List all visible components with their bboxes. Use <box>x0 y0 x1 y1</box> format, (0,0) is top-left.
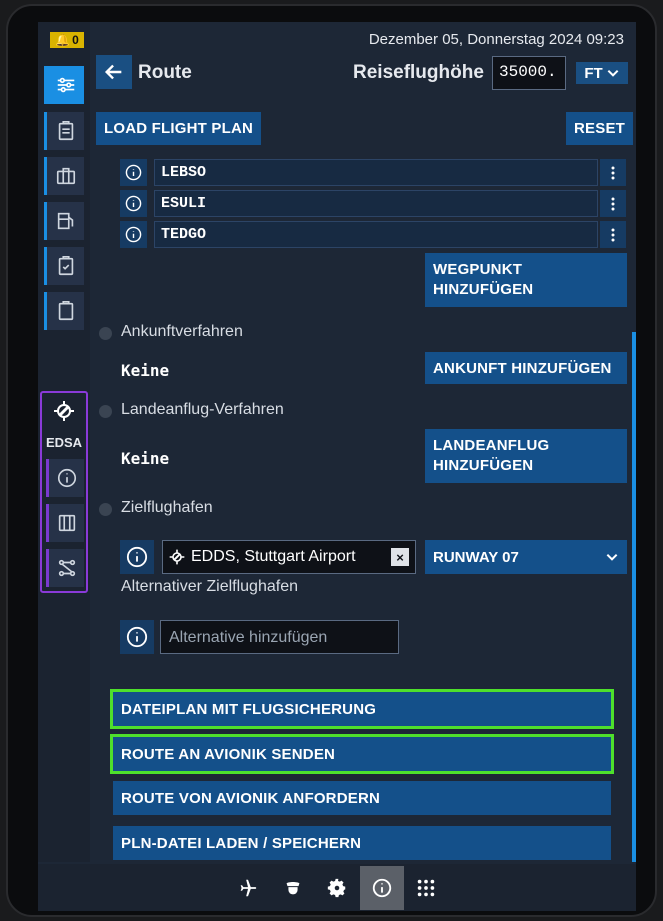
page-title: Route <box>138 62 192 83</box>
waypoint-menu-button[interactable] <box>600 190 626 217</box>
more-vertical-icon <box>611 166 615 179</box>
destination-airport-field[interactable]: EDDS, Stuttgart Airport × <box>162 540 416 574</box>
runway-select[interactable]: RUNWAY 07 <box>425 540 627 574</box>
timeline-dot <box>99 327 112 340</box>
airport-route-button[interactable] <box>46 549 84 587</box>
back-button[interactable] <box>96 55 132 89</box>
route-nodes-icon <box>58 559 75 577</box>
scrollbar[interactable] <box>632 332 636 862</box>
cruise-altitude-input[interactable]: 35000. <box>492 56 566 90</box>
map-icon <box>58 514 75 532</box>
add-approach-button[interactable]: LANDEANFLUG HINZUFÜGEN <box>425 429 627 483</box>
pilot-icon <box>286 882 300 895</box>
waypoint-info-button[interactable] <box>120 159 147 186</box>
info-icon <box>126 546 148 568</box>
waypoint-menu-button[interactable] <box>600 221 626 248</box>
chevron-down-icon <box>607 69 619 77</box>
clipboard-list-icon <box>58 121 73 141</box>
arrow-left-icon <box>104 64 122 80</box>
alternate-airport-input[interactable]: Alternative hinzufügen <box>160 620 399 654</box>
file-flight-plan-button[interactable]: DATEIPLAN MIT FLUGSICHERUNG <box>110 689 614 729</box>
waypoint-info-button[interactable] <box>120 190 147 217</box>
clear-destination-button[interactable]: × <box>391 548 409 566</box>
bottom-bar <box>38 864 636 911</box>
arrival-label: Ankunftverfahren <box>121 323 243 340</box>
timeline-dot <box>99 503 112 516</box>
info-icon <box>372 878 392 898</box>
altitude-unit-select[interactable]: FT <box>576 62 628 84</box>
route-content: LEBSO ESULI TEDGO WEGPUNKT HINZUFÜGEN An… <box>90 152 636 862</box>
info-tab-button[interactable] <box>360 866 404 910</box>
more-vertical-icon <box>611 228 615 241</box>
info-icon <box>57 468 76 488</box>
settings-tab-button[interactable] <box>317 868 357 908</box>
pilot-tab-button[interactable] <box>273 868 313 908</box>
tablet-frame: 🔔 0 EDSA Dezember 05, Donnerstag 2024 09… <box>6 4 657 917</box>
rail-route-button[interactable] <box>44 66 84 104</box>
destination-info-button[interactable] <box>120 540 154 574</box>
fuel-icon <box>57 212 73 230</box>
destination-label: Zielflughafen <box>121 499 213 516</box>
clipboard-check-icon <box>58 256 73 276</box>
airport-group: EDSA <box>40 391 88 593</box>
apps-tab-button[interactable] <box>406 868 446 908</box>
add-waypoint-button[interactable]: WEGPUNKT HINZUFÜGEN <box>425 253 627 307</box>
airport-info-button[interactable] <box>46 459 84 497</box>
waypoint-menu-button[interactable] <box>600 159 626 186</box>
airport-icon <box>169 549 185 565</box>
chevron-down-icon <box>606 553 618 561</box>
destination-airport-value: EDDS, Stuttgart Airport <box>191 548 356 565</box>
info-icon <box>126 626 148 648</box>
airport-map-button[interactable] <box>46 504 84 542</box>
rail-briefing-button[interactable] <box>44 112 84 150</box>
rail-notes-button[interactable] <box>44 292 84 330</box>
add-arrival-button[interactable]: ANKUNFT HINZUFÜGEN <box>425 352 627 384</box>
notification-count: 0 <box>72 33 79 47</box>
waypoint-field[interactable]: ESULI <box>154 190 598 217</box>
route-sliders-icon <box>57 77 74 93</box>
timeline-dot <box>99 405 112 418</box>
info-icon <box>125 226 142 243</box>
more-vertical-icon <box>611 197 615 210</box>
airport-icon <box>54 401 74 421</box>
rail-payload-button[interactable] <box>44 157 84 195</box>
flight-tab-button[interactable] <box>228 868 268 908</box>
waypoint-field[interactable]: LEBSO <box>154 159 598 186</box>
waypoint-info-button[interactable] <box>120 221 147 248</box>
rail-fuel-button[interactable] <box>44 202 84 240</box>
clipboard-icon <box>58 301 73 321</box>
airport-code: EDSA <box>45 435 83 450</box>
request-route-avionics-button[interactable]: ROUTE VON AVIONIK ANFORDERN <box>113 781 611 815</box>
runway-value: RUNWAY 07 <box>433 548 519 566</box>
grid-icon <box>417 879 435 897</box>
info-icon <box>125 164 142 181</box>
send-route-avionics-button[interactable]: ROUTE AN AVIONIK SENDEN <box>110 734 614 774</box>
arrival-value: Keine <box>121 361 170 380</box>
left-rail: 🔔 0 EDSA <box>38 22 90 862</box>
approach-value: Keine <box>121 449 170 468</box>
close-icon: × <box>396 549 404 565</box>
pln-file-button[interactable]: PLN-DATEI LADEN / SPEICHERN <box>113 826 611 860</box>
info-icon <box>125 195 142 212</box>
airplane-icon <box>240 879 257 897</box>
reset-button[interactable]: RESET <box>566 112 634 145</box>
efb-screen: 🔔 0 EDSA Dezember 05, Donnerstag 2024 09… <box>38 22 636 911</box>
waypoint-field[interactable]: TEDGO <box>154 221 598 248</box>
gear-icon <box>327 878 346 898</box>
notification-badge[interactable]: 🔔 0 <box>50 32 84 48</box>
cruise-altitude-label: Reiseflughöhe <box>353 62 484 83</box>
alternate-label: Alternativer Zielflughafen <box>121 578 298 595</box>
briefcase-icon <box>56 167 75 185</box>
rail-checklist-button[interactable] <box>44 247 84 285</box>
datetime-label: Dezember 05, Donnerstag 2024 09:23 <box>368 31 624 48</box>
alternate-info-button[interactable] <box>120 620 154 654</box>
approach-label: Landeanflug-Verfahren <box>121 401 284 418</box>
unit-value: FT <box>584 64 603 82</box>
bell-icon: 🔔 <box>55 33 71 47</box>
load-flight-plan-button[interactable]: LOAD FLIGHT PLAN <box>96 112 262 145</box>
